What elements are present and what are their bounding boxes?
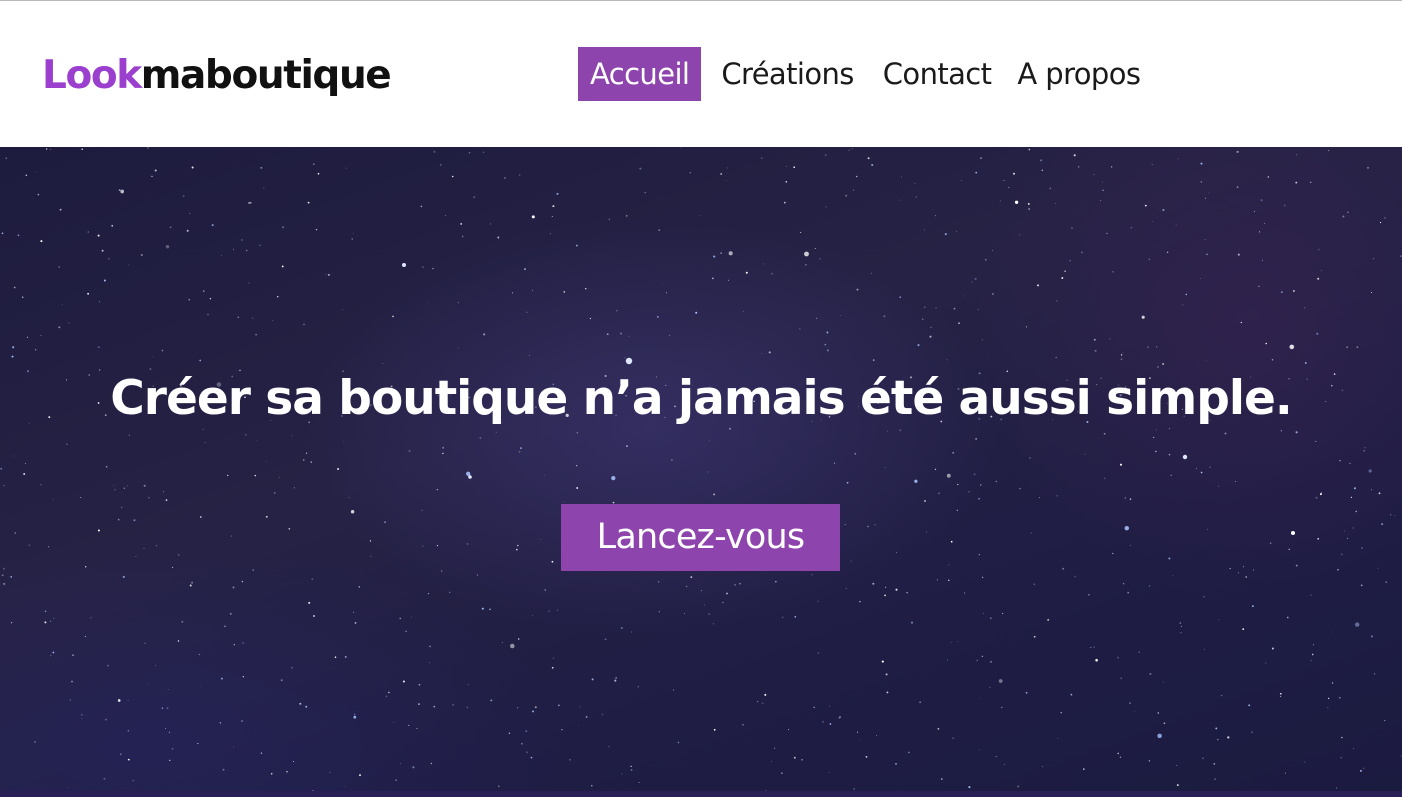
nav-item-a-propos[interactable]: A propos	[1017, 47, 1141, 101]
brand-logo[interactable]: Lookmaboutique	[42, 51, 392, 101]
cta-button[interactable]: Lancez-vous	[561, 504, 840, 571]
brand-logo-accent: Look	[42, 53, 142, 98]
starry-sky-background	[0, 147, 1402, 797]
bottom-edge	[0, 791, 1402, 797]
page: Lookmaboutique Accueil Créations Contact…	[0, 0, 1402, 797]
nav-item-accueil[interactable]: Accueil	[578, 47, 702, 101]
brand-logo-rest: maboutique	[140, 53, 392, 98]
main-nav: Accueil Créations Contact A propos	[578, 47, 1141, 101]
hero-title: Créer sa boutique n’a jamais été aussi s…	[110, 371, 1292, 426]
nav-item-contact[interactable]: Contact	[883, 47, 992, 101]
site-header: Lookmaboutique Accueil Créations Contact…	[0, 1, 1402, 147]
nav-item-creations[interactable]: Créations	[721, 47, 854, 101]
hero-section: Créer sa boutique n’a jamais été aussi s…	[0, 147, 1402, 797]
